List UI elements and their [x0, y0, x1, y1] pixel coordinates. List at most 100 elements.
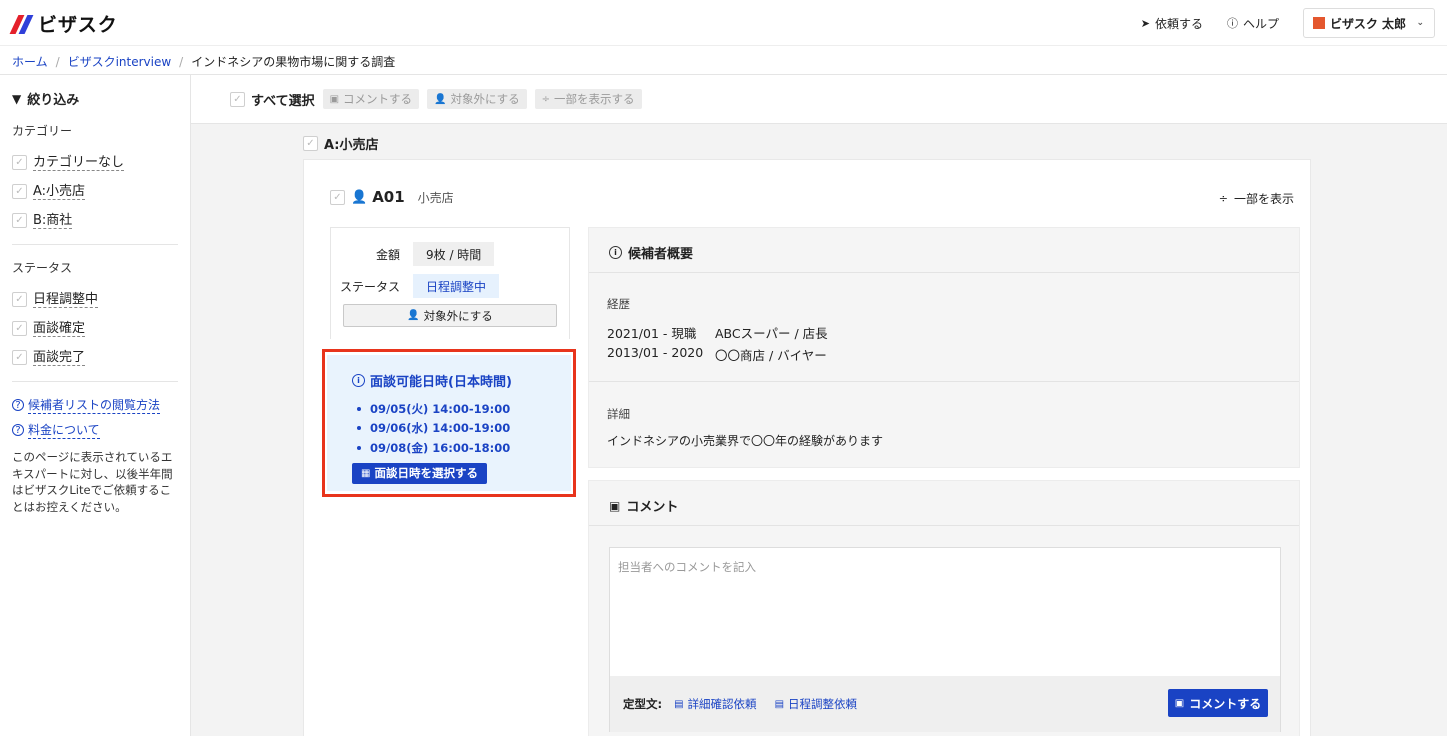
- candidate-info: 金額 9枚 / 時間 ステータス 日程調整中 👤 対象外にする: [330, 227, 570, 339]
- career-heading: 経歴: [607, 297, 630, 311]
- overview-title-label: 候補者概要: [628, 247, 694, 262]
- status-option[interactable]: ✓ 面談完了: [12, 343, 178, 372]
- exclude-button[interactable]: 👤 対象外にする: [343, 304, 557, 327]
- category-label: カテゴリーなし: [33, 154, 125, 171]
- comment-icon: ▣: [609, 498, 621, 513]
- person-icon: 👤: [351, 189, 368, 205]
- select-schedule-label: 面談日時を選択する: [374, 466, 478, 480]
- group-header[interactable]: ✓ A:小売店: [303, 134, 379, 153]
- checkbox[interactable]: ✓: [12, 292, 27, 307]
- bulk-exclude-button[interactable]: 👤 対象外にする: [427, 89, 527, 109]
- select-all-label: すべて選択: [251, 93, 315, 109]
- status-option[interactable]: ✓ 日程調整中: [12, 285, 178, 314]
- schedule-slot: 09/05(火) 14:00-19:00: [352, 399, 571, 419]
- detail-heading: 詳細: [607, 407, 630, 421]
- category-option[interactable]: ✓ B:商社: [12, 206, 178, 235]
- comment-footer: 定型文: ▤ 詳細確認依頼 ▤ 日程調整依頼 ▣ コメントする: [610, 676, 1280, 732]
- bulk-exclude-label: 対象外にする: [450, 92, 520, 106]
- select-all[interactable]: ✓ すべて選択: [230, 90, 323, 109]
- pricing-link-label: 料金について: [28, 423, 100, 439]
- checkbox[interactable]: ✓: [12, 155, 27, 170]
- status-heading: ステータス: [12, 261, 73, 275]
- candidate-overview: i 候補者概要 経歴 2021/01 - 現職 ABCスーパー / 店長 201…: [588, 227, 1300, 468]
- user-menu-button[interactable]: ビザスク 太郎 ⌄: [1303, 8, 1435, 38]
- calendar-icon: ▦: [361, 467, 371, 479]
- overview-title: i 候補者概要: [609, 243, 693, 262]
- group-label: A:小売店: [324, 138, 379, 153]
- status-option[interactable]: ✓ 面談確定: [12, 314, 178, 343]
- filter-title: ▼ 絞り込み: [12, 89, 178, 109]
- pricing-link[interactable]: ? 料金について: [12, 421, 178, 439]
- info-icon: i: [352, 374, 365, 387]
- breadcrumb-home[interactable]: ホーム: [12, 53, 48, 70]
- document-icon: ▤: [774, 698, 785, 710]
- breadcrumb-interview[interactable]: ビザスクinterview: [68, 53, 171, 70]
- category-option[interactable]: ✓ A:小売店: [12, 177, 178, 206]
- checkbox[interactable]: ✓: [12, 184, 27, 199]
- divider: [589, 525, 1299, 526]
- info-icon: i: [609, 246, 622, 259]
- checkbox[interactable]: ✓: [12, 350, 27, 365]
- select-schedule-button[interactable]: ▦ 面談日時を選択する: [352, 462, 487, 484]
- sidebar-note: このページに表示されているエキスパートに対し、以後半年間はビザスクLiteでご依…: [12, 450, 173, 514]
- schedule-title: i 面談可能日時(日本時間): [352, 371, 571, 390]
- help-circle-icon: ?: [12, 424, 24, 436]
- collapse-icon: ÷: [541, 93, 550, 105]
- template-schedule-label: 日程調整依頼: [788, 697, 858, 711]
- bulk-show-partial-button[interactable]: ÷ 一部を表示する: [534, 89, 642, 109]
- help-link[interactable]: ⓘ ヘルプ: [1227, 15, 1279, 32]
- template-detail-link[interactable]: ▤ 詳細確認依頼: [674, 696, 756, 712]
- divider: [589, 272, 1299, 273]
- candidate-header: ✓ 👤 A01 小売店: [330, 188, 454, 206]
- comment-input[interactable]: [610, 548, 1280, 676]
- price-label: 金額: [375, 247, 400, 262]
- slot-text: 09/06(水) 14:00-19:00: [370, 421, 511, 436]
- bulk-comment-button[interactable]: ▣ コメントする: [322, 89, 420, 109]
- brand-name: ビザスク: [38, 14, 118, 36]
- guide-link-label: 候補者リストの閲覧方法: [28, 398, 161, 414]
- checkbox[interactable]: ✓: [330, 189, 345, 205]
- guide-link[interactable]: ? 候補者リストの閲覧方法: [12, 396, 178, 414]
- comment-submit-label: コメントする: [1189, 696, 1262, 711]
- person-remove-icon: 👤: [434, 93, 447, 105]
- breadcrumb-separator: /: [179, 54, 184, 69]
- candidate-id: A01: [372, 188, 405, 206]
- app-header: ビザスク ➤ 依頼する ⓘ ヘルプ ビザスク 太郎 ⌄: [0, 0, 1447, 46]
- request-label: 依頼する: [1154, 16, 1203, 31]
- slot-text: 09/05(火) 14:00-19:00: [370, 401, 511, 416]
- checkbox[interactable]: ✓: [12, 213, 27, 228]
- status-label: 面談確定: [33, 320, 86, 337]
- request-link[interactable]: ➤ 依頼する: [1141, 15, 1203, 32]
- breadcrumb-current: インドネシアの果物市場に関する調査: [191, 55, 396, 69]
- filter-title-label: 絞り込み: [27, 93, 80, 108]
- divider: [12, 244, 178, 245]
- main-content: ✓ すべて選択 ▣ コメントする 👤 対象外にする ÷ 一部を表示する ✓ A:…: [191, 74, 1447, 736]
- checkbox[interactable]: ✓: [303, 136, 318, 151]
- comment-section: ▣ コメント 定型文: ▤ 詳細確認依頼 ▤ 日程調整依頼: [588, 480, 1300, 736]
- avatar: [1313, 17, 1325, 29]
- bullet-icon: [357, 406, 361, 411]
- comment-title: ▣ コメント: [609, 496, 678, 516]
- comment-icon: ▣: [1174, 697, 1185, 709]
- career-period: 2021/01 - 現職: [607, 326, 697, 341]
- status-label: ステータス: [339, 279, 400, 294]
- category-label: A:小売店: [33, 183, 86, 200]
- filter-icon: ▼: [12, 91, 22, 106]
- help-icon: ⓘ: [1226, 17, 1238, 30]
- user-name: ビザスク 太郎: [1330, 16, 1407, 31]
- comment-submit-button[interactable]: ▣ コメントする: [1168, 689, 1268, 717]
- help-circle-icon: ?: [12, 399, 24, 411]
- show-partial-label: 一部を表示: [1233, 192, 1294, 206]
- show-partial-link[interactable]: ÷ 一部を表示: [1219, 190, 1294, 207]
- career-period: 2013/01 - 2020: [607, 345, 704, 360]
- checkbox[interactable]: ✓: [230, 91, 245, 107]
- bullet-icon: [357, 426, 361, 431]
- template-schedule-link[interactable]: ▤ 日程調整依頼: [775, 696, 857, 712]
- send-icon: ➤: [1140, 16, 1150, 30]
- schedule-slot: 09/06(水) 14:00-19:00: [352, 419, 571, 439]
- brand-logo[interactable]: ビザスク: [9, 10, 118, 37]
- person-remove-icon: 👤: [407, 310, 420, 321]
- category-option[interactable]: ✓ カテゴリーなし: [12, 148, 178, 177]
- template-label: 定型文:: [623, 697, 663, 711]
- checkbox[interactable]: ✓: [12, 321, 27, 336]
